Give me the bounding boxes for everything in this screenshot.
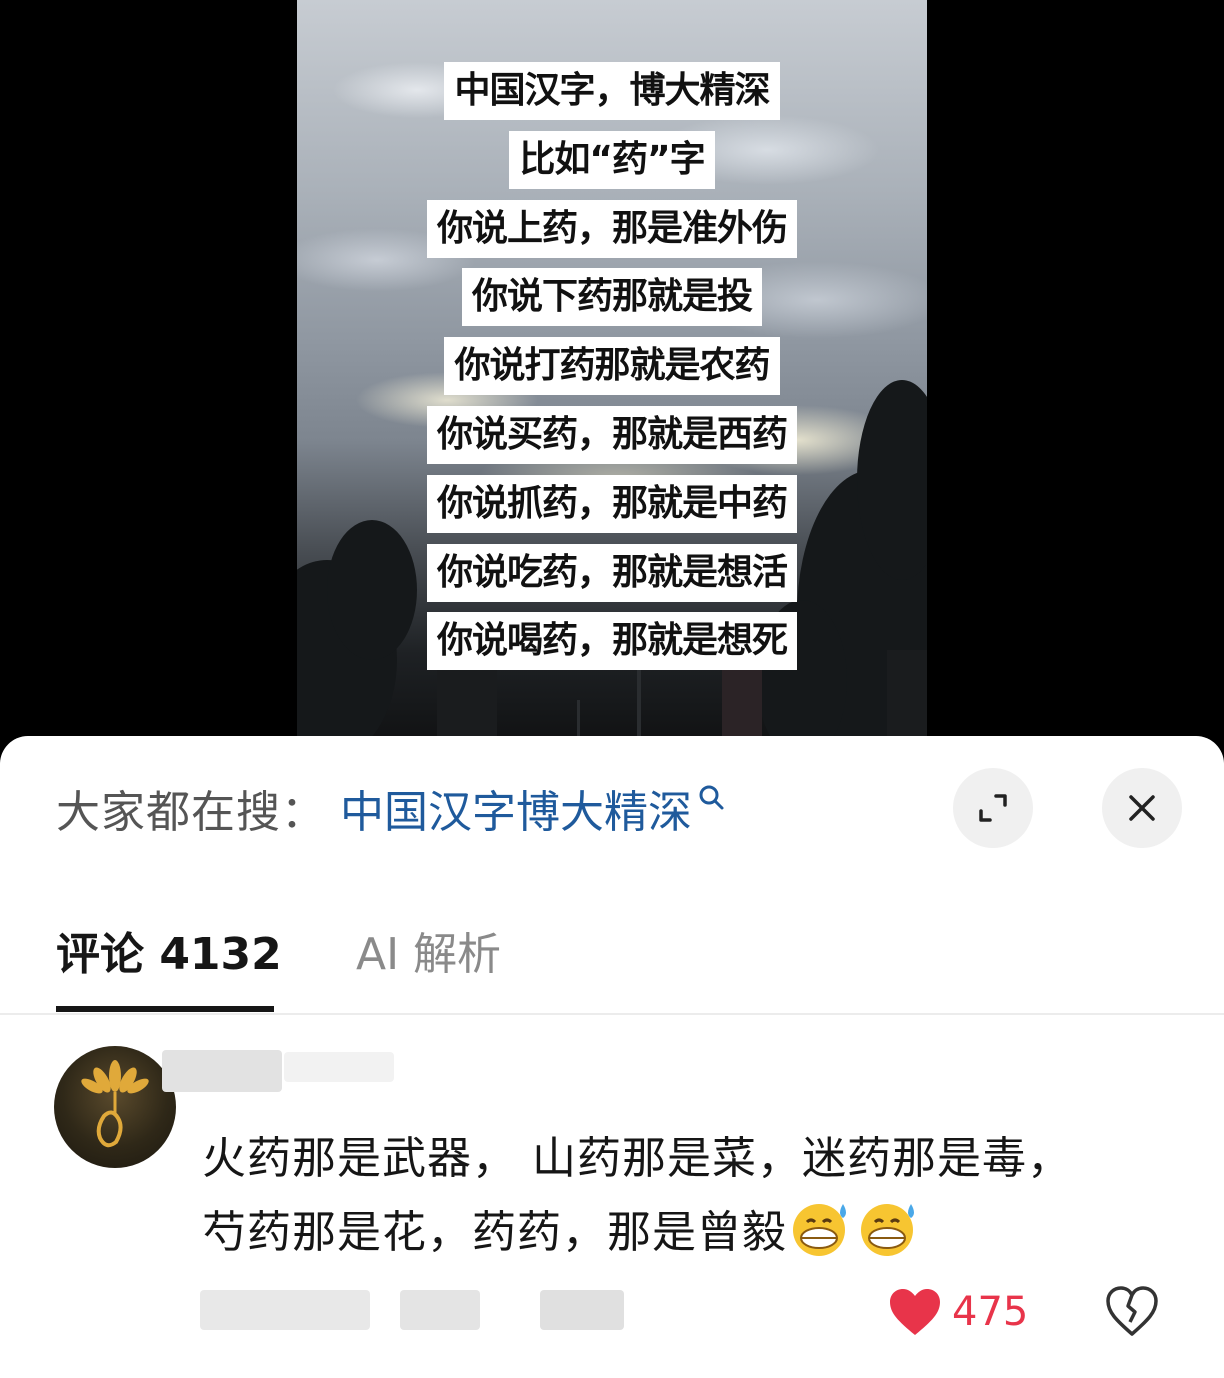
tab-ai-analysis[interactable]: AI 解析: [356, 918, 501, 982]
caption-line: 你说喝药，那就是想死: [426, 612, 797, 671]
active-tab-indicator: [56, 1006, 274, 1012]
comment-line-with-emoji: 芍药那是花，药药，那是曾毅: [202, 1196, 1162, 1270]
comment-meta-blurred: [200, 1290, 370, 1330]
caption-line: 比如“药”字: [509, 130, 715, 189]
search-icon: [696, 782, 726, 812]
caption-line: 你说上药，那是准外伤: [426, 199, 797, 258]
caption-line: 中国汉字，博大精深: [444, 62, 780, 120]
like-button[interactable]: 475: [888, 1282, 1028, 1342]
caption-line: 你说买药，那就是西药: [426, 405, 797, 464]
divider: [0, 1013, 1224, 1015]
avatar[interactable]: [54, 1046, 176, 1168]
grin-sweat-emoji-icon: [787, 1198, 855, 1258]
username-blurred: [284, 1052, 394, 1082]
expand-button[interactable]: [953, 768, 1033, 848]
broken-heart-icon[interactable]: [1104, 1284, 1160, 1338]
caption-line: 你说打药那就是农药: [444, 337, 780, 396]
video-player[interactable]: 中国汉字，博大精深 比如“药”字 你说上药，那是准外伤 你说下药那就是投 你说打…: [0, 0, 1224, 760]
caption-line: 你说下药那就是投: [461, 268, 762, 327]
comment-line: 火药那是武器， 山药那是菜，迷药那是毒，: [202, 1133, 1072, 1184]
close-icon: [1129, 795, 1155, 821]
expand-icon: [979, 794, 1007, 822]
caption-line: 你说抓药，那就是中药: [426, 474, 797, 533]
caption-line: 你说吃药，那就是想活: [426, 543, 797, 602]
comment-line: 芍药那是花，药药，那是曾毅: [202, 1207, 787, 1258]
username-blurred: [162, 1050, 282, 1092]
hot-search-term[interactable]: 中国汉字博大精深: [340, 776, 692, 840]
grin-sweat-emoji-icon: [855, 1198, 923, 1258]
heart-icon: [890, 1289, 940, 1335]
like-count: 475: [952, 1289, 1029, 1335]
hot-search-label: 大家都在搜：: [56, 787, 326, 838]
comment-meta-blurred: [400, 1290, 480, 1330]
hot-search-bar[interactable]: 大家都在搜： 中国汉字博大精深: [56, 776, 726, 840]
caption-stack: 中国汉字，博大精深 比如“药”字 你说上药，那是准外伤 你说下药那就是投 你说打…: [297, 62, 927, 681]
reply-button-blurred[interactable]: [540, 1290, 624, 1330]
close-button[interactable]: [1102, 768, 1182, 848]
comment-tabs: 评论 4132 AI 解析: [0, 900, 1224, 1014]
tab-comments[interactable]: 评论 4132: [56, 918, 282, 982]
comment-text: 火药那是武器， 山药那是菜，迷药那是毒， 芍药那是花，药药，那是曾毅: [202, 1122, 1162, 1270]
